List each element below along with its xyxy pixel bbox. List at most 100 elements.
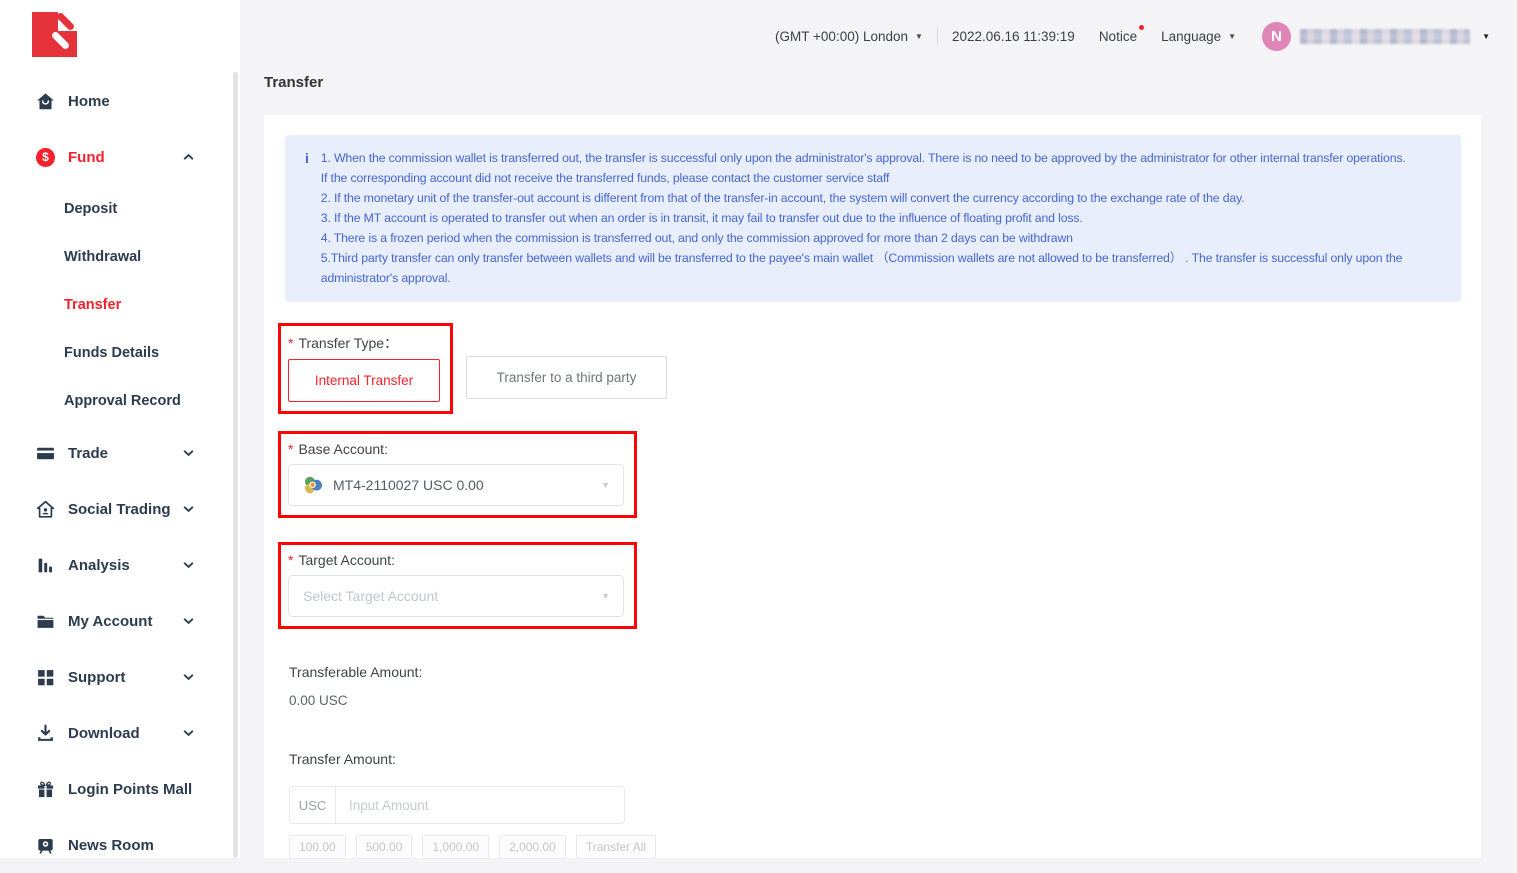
- topbar-divider: [937, 28, 938, 44]
- sidebar-item-label: Social Trading: [68, 501, 171, 518]
- transfer-all-button[interactable]: Transfer All: [576, 835, 656, 859]
- sidebar-item-label: Analysis: [68, 557, 130, 574]
- required-marker: *: [288, 552, 293, 568]
- sidebar-item-deposit[interactable]: Deposit: [0, 185, 240, 233]
- notice-label: Notice: [1099, 29, 1137, 44]
- chevron-down-icon: [183, 673, 194, 681]
- brand-logo[interactable]: [32, 12, 77, 57]
- sidebar-item-social-trading[interactable]: Social Trading: [0, 481, 240, 537]
- sidebar: Home $ Fund Deposit Withdrawal Transfer …: [0, 0, 240, 858]
- sidebar-item-label: Approval Record: [64, 393, 181, 409]
- sidebar-item-support[interactable]: Support: [0, 649, 240, 705]
- sidebar-item-label: Download: [68, 725, 140, 742]
- sidebar-item-label: Login Points Mall: [68, 781, 192, 798]
- transferable-amount-label: Transferable Amount:: [289, 664, 1481, 680]
- social-trading-icon: [36, 500, 55, 519]
- quick-amount-button[interactable]: 1,000.00: [422, 835, 489, 859]
- caret-down-icon: ▼: [601, 591, 610, 601]
- user-menu[interactable]: N ▼: [1262, 22, 1490, 51]
- chevron-up-icon: [183, 153, 194, 161]
- notification-dot: [1139, 25, 1144, 30]
- sidebar-item-approval-record[interactable]: Approval Record: [0, 377, 240, 425]
- sidebar-item-analysis[interactable]: Analysis: [0, 537, 240, 593]
- fund-icon: $: [36, 148, 55, 167]
- sidebar-item-login-points-mall[interactable]: Login Points Mall: [0, 761, 240, 817]
- avatar: N: [1262, 22, 1291, 51]
- mt4-logo-icon: [303, 475, 323, 495]
- sidebar-item-label: Withdrawal: [64, 249, 141, 265]
- sidebar-item-fund[interactable]: $ Fund: [0, 129, 240, 185]
- target-account-label: *Target Account:: [288, 552, 624, 568]
- support-icon: [36, 668, 55, 687]
- caret-down-icon: ▼: [915, 32, 923, 41]
- sidebar-item-label: Trade: [68, 445, 108, 462]
- sidebar-item-funds-details[interactable]: Funds Details: [0, 329, 240, 377]
- third-party-transfer-button[interactable]: Transfer to a third party: [466, 356, 667, 399]
- language-label: Language: [1161, 29, 1221, 44]
- sidebar-scrollbar[interactable]: [233, 72, 238, 858]
- transfer-type-label: *Transfer Type：: [288, 333, 440, 353]
- caret-down-icon: ▼: [1482, 32, 1490, 41]
- sidebar-item-news-room[interactable]: News Room: [0, 817, 240, 873]
- download-icon: [36, 724, 55, 743]
- sidebar-item-label: Deposit: [64, 201, 117, 217]
- transfer-card: i 1. When the commission wallet is trans…: [264, 115, 1481, 858]
- target-account-select[interactable]: Select Target Account ▼: [288, 575, 624, 617]
- sidebar-item-label: News Room: [68, 837, 154, 854]
- internal-transfer-button[interactable]: Internal Transfer: [288, 359, 440, 402]
- quick-amount-button[interactable]: 2,000.00: [499, 835, 566, 859]
- datetime-display: 2022.06.16 11:39:19: [952, 29, 1075, 44]
- notice-line: 1. When the commission wallet is transfe…: [321, 148, 1443, 168]
- chevron-down-icon: [183, 617, 194, 625]
- base-account-label: *Base Account:: [288, 441, 624, 457]
- sidebar-item-withdrawal[interactable]: Withdrawal: [0, 233, 240, 281]
- annotation-highlight-transfer-type: *Transfer Type： Internal Transfer: [278, 323, 453, 414]
- notice-line: 2. If the monetary unit of the transfer-…: [321, 188, 1443, 208]
- sidebar-item-transfer[interactable]: Transfer: [0, 281, 240, 329]
- chevron-down-icon: [183, 561, 194, 569]
- quick-amount-button[interactable]: 500.00: [356, 835, 413, 859]
- gift-icon: [36, 780, 55, 799]
- transfer-amount-input-group: USC: [289, 786, 625, 824]
- analysis-icon: [36, 556, 55, 575]
- page-title: Transfer: [264, 74, 323, 91]
- transfer-amount-label: Transfer Amount:: [289, 751, 1481, 767]
- sidebar-item-download[interactable]: Download: [0, 705, 240, 761]
- timezone-selector[interactable]: (GMT +00:00) London ▼: [775, 29, 923, 44]
- info-icon: i: [305, 148, 309, 288]
- required-marker: *: [288, 335, 293, 351]
- caret-down-icon: ▼: [601, 480, 610, 490]
- annotation-highlight-target-account: *Target Account: Select Target Account ▼: [278, 542, 637, 629]
- sidebar-item-label: My Account: [68, 613, 152, 630]
- caret-down-icon: ▼: [1228, 32, 1236, 41]
- language-selector[interactable]: Language ▼: [1161, 29, 1236, 44]
- base-account-value: MT4-2110027 USC 0.00: [333, 477, 484, 493]
- chevron-down-icon: [183, 729, 194, 737]
- topbar: (GMT +00:00) London ▼ 2022.06.16 11:39:1…: [240, 0, 1517, 72]
- amount-input[interactable]: [336, 787, 624, 823]
- currency-prefix: USC: [290, 787, 336, 823]
- my-account-icon: [36, 612, 55, 631]
- timezone-label: (GMT +00:00) London: [775, 29, 908, 44]
- username-redacted: [1300, 29, 1470, 44]
- sidebar-item-my-account[interactable]: My Account: [0, 593, 240, 649]
- sidebar-item-trade[interactable]: Trade: [0, 425, 240, 481]
- notice-line: 4. There is a frozen period when the com…: [321, 228, 1443, 248]
- notice-line: 3. If the MT account is operated to tran…: [321, 208, 1443, 228]
- target-account-placeholder: Select Target Account: [303, 588, 438, 604]
- transferable-amount-value: 0.00 USC: [289, 693, 1481, 708]
- sidebar-item-label: Support: [68, 669, 126, 686]
- sidebar-item-home[interactable]: Home: [0, 73, 240, 129]
- quick-amount-button[interactable]: 100.00: [289, 835, 346, 859]
- chevron-down-icon: [183, 505, 194, 513]
- sidebar-item-label: Transfer: [64, 297, 121, 313]
- quick-amounts-row: 100.00 500.00 1,000.00 2,000.00 Transfer…: [289, 835, 1481, 859]
- notice-line: 5.Third party transfer can only transfer…: [321, 248, 1443, 288]
- notice-button[interactable]: Notice: [1099, 29, 1137, 44]
- sidebar-item-label: Funds Details: [64, 345, 159, 361]
- transfer-type-section: *Transfer Type： Internal Transfer Transf…: [278, 323, 1481, 411]
- base-account-select[interactable]: MT4-2110027 USC 0.00 ▼: [288, 464, 624, 506]
- notice-line: If the corresponding account did not rec…: [321, 168, 1443, 188]
- info-notice-box: i 1. When the commission wallet is trans…: [285, 135, 1461, 302]
- trade-icon: [36, 444, 55, 463]
